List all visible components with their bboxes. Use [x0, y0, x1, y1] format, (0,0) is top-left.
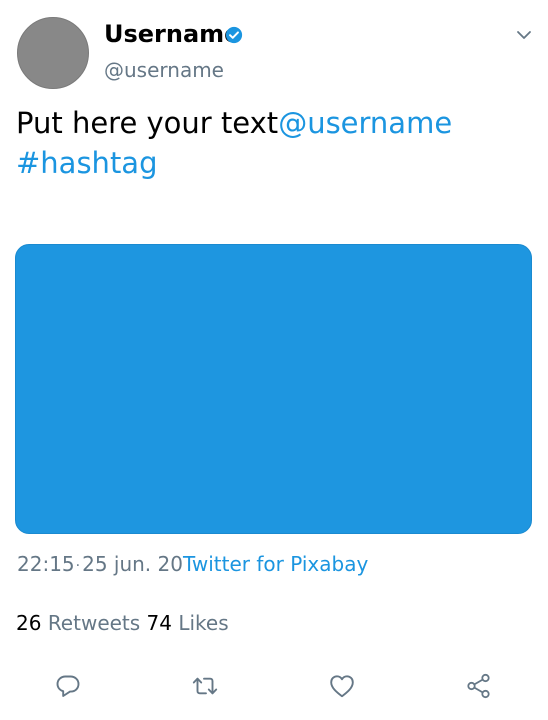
tweet-text-line-1: Put here your text@username	[16, 103, 532, 143]
media-image[interactable]	[15, 244, 532, 534]
display-name[interactable]: Username	[104, 18, 240, 50]
source-link[interactable]: Twitter for Pixabay	[183, 552, 368, 576]
share-button[interactable]	[465, 672, 493, 700]
tweet-text: Put here your text@username #hashtag	[16, 103, 532, 183]
retweets-count[interactable]: 26	[16, 611, 41, 635]
tweet-body: Put here your text	[16, 106, 279, 140]
tweet-time: 22:15	[17, 552, 75, 576]
chevron-down-icon[interactable]	[515, 28, 533, 42]
retweets-label[interactable]: Retweets	[48, 611, 140, 635]
mention-link[interactable]: @username	[278, 106, 452, 140]
tweet-meta: 22:15· 25 jun. 20Twitter for Pixabay	[17, 550, 368, 580]
reply-icon	[56, 675, 80, 697]
likes-label[interactable]: Likes	[178, 611, 228, 635]
retweet-button[interactable]	[191, 672, 219, 700]
meta-separator: ·	[75, 557, 81, 574]
action-bar	[0, 668, 548, 704]
tweet-date: 25 jun. 20	[82, 552, 183, 576]
user-handle[interactable]: @username	[104, 56, 224, 84]
verified-badge-icon	[225, 26, 243, 44]
tweet-text-line-2: #hashtag	[16, 143, 532, 183]
hashtag-link[interactable]: #hashtag	[16, 146, 158, 180]
tweet-stats: 26 Retweets 74 Likes	[16, 609, 229, 637]
reply-button[interactable]	[54, 672, 82, 700]
like-icon	[330, 675, 354, 698]
share-icon	[467, 673, 490, 699]
likes-count[interactable]: 74	[147, 611, 172, 635]
avatar[interactable]	[17, 17, 89, 89]
like-button[interactable]	[328, 672, 356, 700]
retweet-icon	[192, 677, 218, 695]
